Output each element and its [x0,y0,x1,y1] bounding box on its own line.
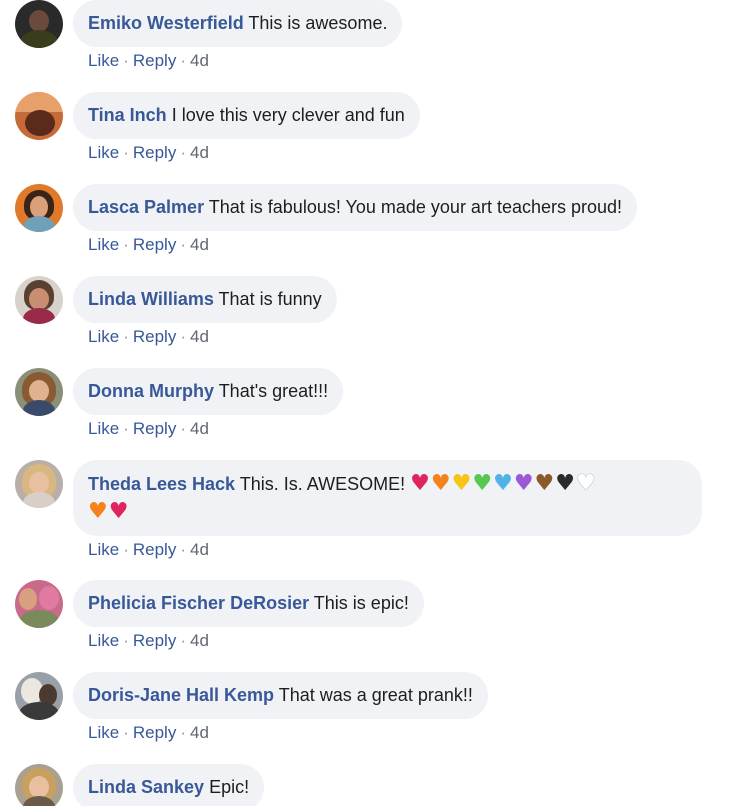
comment-author[interactable]: Theda Lees Hack [88,474,235,494]
comment-actions: Like · Reply · 4d [88,143,209,163]
avatar[interactable] [15,580,63,628]
heart-emoji-icon: ♥ [493,471,514,496]
reply-link[interactable]: Reply [133,419,176,438]
comment-actions: Like · Reply · 4d [88,540,209,560]
heart-emoji-icon: ♥ [451,471,473,496]
separator: · [123,235,129,254]
reply-link[interactable]: Reply [133,51,176,70]
reply-link[interactable]: Reply [133,631,176,650]
separator: · [180,419,186,438]
comment-author[interactable]: Doris-Jane Hall Kemp [88,685,274,705]
comment-text: This is awesome. [248,13,388,33]
separator: · [123,631,129,650]
heart-emoji-icon: ♥ [410,471,431,496]
separator: · [180,235,186,254]
like-link[interactable]: Like [88,419,119,438]
comment-text: That was a great prank!! [278,685,473,705]
like-link[interactable]: Like [88,631,119,650]
separator: · [123,419,129,438]
comment-text: That is fabulous! You made your art teac… [208,197,623,217]
heart-emoji-icon: ♥ [88,499,109,524]
comment-author[interactable]: Linda Williams [88,289,214,309]
comment-author[interactable]: Phelicia Fischer DeRosier [88,593,309,613]
heart-emoji-icon: ♥ [576,471,597,496]
comment-text: This. Is. AWESOME! [239,474,406,494]
avatar[interactable] [15,460,63,508]
heart-emoji-icon: ♥ [513,471,535,496]
avatar[interactable] [15,672,63,720]
separator: · [180,540,186,559]
heart-emoji-row: ♥♥ [88,499,129,524]
avatar[interactable] [15,368,63,416]
separator: · [123,723,129,742]
comment-author[interactable]: Lasca Palmer [88,197,204,217]
comment-bubble: Donna Murphy That's great!!! [73,368,344,415]
comment-actions: Like · Reply · 4d [88,631,209,651]
comment-time[interactable]: 4d [190,51,209,70]
comment-text: That is funny [218,289,322,309]
comment-bubble: Doris-Jane Hall Kemp That was a great pr… [73,672,488,719]
comment-text: Epic! [209,777,250,797]
comment-actions: Like · Reply · 4d [88,327,209,347]
comment-author[interactable]: Linda Sankey [88,777,204,797]
avatar[interactable] [15,92,63,140]
separator: · [123,51,129,70]
comment-actions: Like · Reply · 4d [88,235,209,255]
reply-link[interactable]: Reply [133,540,176,559]
avatar[interactable] [15,764,63,806]
comment-time[interactable]: 4d [190,723,209,742]
avatar[interactable] [15,0,63,48]
comment-actions: Like · Reply · 4d [88,419,209,439]
reply-link[interactable]: Reply [133,143,176,162]
comment-time[interactable]: 4d [190,631,209,650]
comment-time[interactable]: 4d [190,327,209,346]
like-link[interactable]: Like [88,143,119,162]
heart-emoji-row: ♥♥♥♥♥♥♥♥♥ [410,471,597,496]
comment-time[interactable]: 4d [190,235,209,254]
comment-bubble: Emiko Westerfield This is awesome. [73,0,403,47]
separator: · [180,143,186,162]
comment-actions: Like · Reply · 4d [88,51,209,71]
reply-link[interactable]: Reply [133,723,176,742]
separator: · [123,540,129,559]
comment-time[interactable]: 4d [190,419,209,438]
heart-emoji-icon: ♥ [430,471,452,496]
comment-time[interactable]: 4d [190,143,209,162]
comment-bubble: Theda Lees Hack This. Is. AWESOME! ♥♥♥♥♥… [73,460,702,536]
like-link[interactable]: Like [88,540,119,559]
comment-author[interactable]: Tina Inch [88,105,167,125]
reply-link[interactable]: Reply [133,327,176,346]
heart-emoji-icon: ♥ [472,471,494,496]
like-link[interactable]: Like [88,235,119,254]
separator: · [180,723,186,742]
avatar[interactable] [15,184,63,232]
like-link[interactable]: Like [88,51,119,70]
separator: · [180,631,186,650]
separator: · [123,143,129,162]
comment-text: I love this very clever and fun [171,105,405,125]
comment-bubble: Phelicia Fischer DeRosier This is epic! [73,580,424,627]
heart-emoji-icon: ♥ [534,471,556,496]
comment-bubble: Linda Williams That is funny [73,276,337,323]
comment-author[interactable]: Emiko Westerfield [88,13,244,33]
comment-author[interactable]: Donna Murphy [88,381,214,401]
heart-emoji-icon: ♥ [555,471,577,496]
comment-time[interactable]: 4d [190,540,209,559]
separator: · [123,327,129,346]
heart-emoji-icon: ♥ [108,499,130,524]
reply-link[interactable]: Reply [133,235,176,254]
comment-actions: Like · Reply · 4d [88,723,209,743]
comment-bubble: Tina Inch I love this very clever and fu… [73,92,420,139]
comment-bubble: Linda Sankey Epic! [73,764,265,806]
separator: · [180,51,186,70]
separator: · [180,327,186,346]
comment-text: That's great!!! [218,381,329,401]
comment-list: Emiko Westerfield This is awesome. Like ·… [0,0,750,806]
avatar[interactable] [15,276,63,324]
comment-text: This is epic! [313,593,409,613]
comment-bubble: Lasca Palmer That is fabulous! You made … [73,184,638,231]
like-link[interactable]: Like [88,327,119,346]
like-link[interactable]: Like [88,723,119,742]
